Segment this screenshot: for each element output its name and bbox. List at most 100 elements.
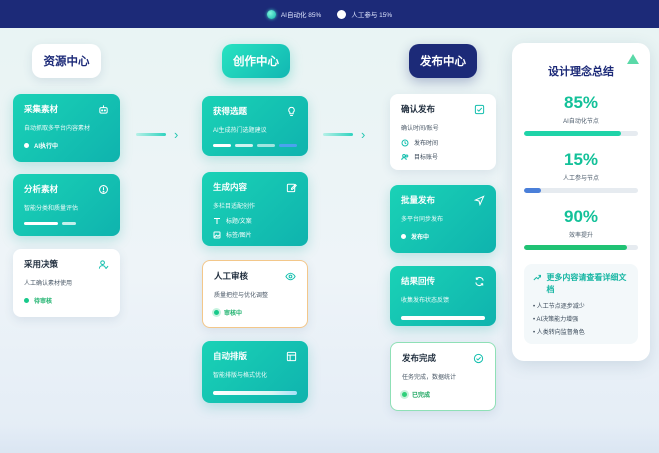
card-auto-layout[interactable]: 自动排版 智能排版与格式优化 bbox=[202, 341, 308, 403]
line-text: 发布时间 bbox=[414, 141, 439, 147]
list-item-text: AI决策能力增强 bbox=[536, 317, 579, 324]
metric-value: 15% bbox=[563, 150, 599, 169]
card-title: 人工审核 bbox=[214, 271, 249, 281]
check-circle-icon bbox=[472, 352, 484, 364]
more-docs-link[interactable]: 更多内容请查看详细文档 bbox=[546, 272, 629, 295]
column-header-publish: 发布中心 bbox=[409, 44, 477, 78]
users-icon bbox=[401, 153, 409, 160]
list-item-text: 人类转向监督角色 bbox=[536, 330, 585, 337]
summary-title: 设计理念总结 bbox=[548, 66, 614, 78]
progress-segment bbox=[257, 144, 275, 147]
card-title: 自动排版 bbox=[213, 351, 248, 361]
list-item-text: 人工节点逐步减少 bbox=[536, 304, 585, 311]
legend-ai-label: AI自动化 85% bbox=[280, 12, 322, 19]
card-title: 分析素材 bbox=[24, 184, 59, 194]
ai-dot-icon bbox=[266, 9, 276, 19]
legend-ai: AI自动化 85% bbox=[266, 9, 322, 19]
card-subtitle: AI生成热门选题建议 bbox=[213, 128, 267, 134]
card-analyze-material[interactable]: 分析素材 智能分类和质量评估 bbox=[13, 174, 120, 236]
clock-icon bbox=[401, 139, 409, 146]
column-header-creation: 创作中心 bbox=[222, 44, 290, 78]
status-text: AI执行中 bbox=[34, 144, 59, 150]
list-item: • AI决策能力增强 bbox=[533, 317, 579, 324]
flow-arrow-2: › bbox=[323, 128, 365, 141]
status-badge: 发布中 bbox=[401, 232, 485, 241]
metric-ai-automation: 85% AI自动化节点 bbox=[524, 93, 638, 136]
metric-fill bbox=[524, 188, 542, 193]
column-header-resource: 资源中心 bbox=[32, 44, 101, 78]
status-text: 审核中 bbox=[224, 311, 243, 317]
card-batch-publish[interactable]: 批量发布 多平台同步发布 发布中 bbox=[390, 185, 496, 253]
metric-value: 90% bbox=[563, 207, 599, 226]
metric-fill bbox=[524, 131, 621, 136]
content-line-title: 标题/文案 bbox=[213, 216, 297, 225]
arrow-line bbox=[323, 133, 353, 136]
metric-track bbox=[524, 131, 638, 136]
more-docs-box[interactable]: 更多内容请查看详细文档 • 人工节点逐步减少 • AI决策能力增强 • 人类转向… bbox=[524, 264, 638, 345]
summary-panel: 设计理念总结 85% AI自动化节点 15% 人工参与节点 90% 效率提升 更… bbox=[512, 43, 650, 361]
card-collect-material[interactable]: 采集素材 自动抓取多平台内容素材 AI执行中 bbox=[13, 94, 120, 162]
status-dot-icon bbox=[401, 234, 406, 239]
list-item: • 人类转向监督角色 bbox=[533, 330, 585, 337]
image-icon bbox=[213, 231, 221, 238]
list-item: • 人工节点逐步减少 bbox=[533, 304, 585, 311]
card-title: 确认发布 bbox=[401, 104, 436, 114]
metric-label: AI自动化节点 bbox=[563, 119, 599, 125]
card-title: 采用决策 bbox=[24, 259, 59, 269]
card-title: 发布完成 bbox=[402, 353, 437, 363]
edit-icon bbox=[285, 181, 297, 193]
card-subtitle: 智能分类和质量评估 bbox=[24, 206, 79, 212]
text-icon bbox=[214, 217, 220, 224]
chevron-right-icon: › bbox=[361, 127, 366, 142]
card-get-topic[interactable]: 获得选题 AI生成热门选题建议 bbox=[202, 96, 308, 156]
line-text: 标题/文案 bbox=[226, 219, 252, 225]
card-title: 采集素材 bbox=[24, 104, 59, 114]
publish-line-time: 发布时间 bbox=[401, 138, 485, 147]
feedback-progress-bar bbox=[401, 316, 485, 320]
card-manual-review[interactable]: 人工审核 质量把控与优化调整 审核中 bbox=[202, 260, 308, 328]
card-title: 生成内容 bbox=[213, 182, 248, 192]
arrow-line bbox=[136, 133, 166, 136]
card-subtitle: 多栏目适配创作 bbox=[213, 204, 256, 210]
progress-segment bbox=[279, 144, 297, 147]
progress-segment bbox=[213, 144, 231, 147]
send-icon bbox=[473, 194, 485, 206]
card-confirm-publish[interactable]: 确认发布 确认时间/账号 发布时间 目标账号 bbox=[390, 94, 496, 170]
user-check-icon bbox=[97, 258, 109, 270]
checkbox-icon bbox=[473, 103, 485, 115]
progress-segment bbox=[24, 222, 58, 225]
chevron-right-icon: › bbox=[174, 127, 179, 142]
card-title: 批量发布 bbox=[401, 195, 436, 205]
metric-fill bbox=[524, 245, 627, 250]
status-dot-icon bbox=[24, 298, 29, 303]
status-dot-icon bbox=[402, 392, 407, 397]
metric-track bbox=[524, 245, 638, 250]
legend-human-label: 人工参与 15% bbox=[351, 12, 393, 19]
human-dot-icon bbox=[337, 9, 347, 19]
metric-human-participation: 15% 人工参与节点 bbox=[524, 150, 638, 193]
card-title: 结果回传 bbox=[401, 276, 436, 286]
card-subtitle: 多平台同步发布 bbox=[401, 217, 444, 223]
progress-segment bbox=[62, 222, 76, 225]
bottom-band bbox=[0, 425, 659, 453]
card-generate-content[interactable]: 生成内容 多栏目适配创作 标题/文案 标签/图片 bbox=[202, 172, 308, 246]
line-text: 标签/图片 bbox=[226, 233, 252, 239]
metric-value: 85% bbox=[563, 93, 599, 112]
status-text: 发布中 bbox=[411, 235, 430, 241]
flow-arrow-1: › bbox=[136, 128, 178, 141]
card-result-feedback[interactable]: 结果回传 收集发布状态反馈 bbox=[390, 266, 496, 326]
trend-icon bbox=[533, 274, 542, 281]
card-publish-complete[interactable]: 发布完成 任务完成，数据统计 已完成 bbox=[390, 342, 496, 411]
content-line-tags: 标签/图片 bbox=[213, 230, 297, 239]
status-dot-icon bbox=[214, 310, 219, 315]
analyze-icon bbox=[97, 183, 109, 195]
metric-track bbox=[524, 188, 638, 193]
progress-segment bbox=[235, 144, 253, 147]
card-subtitle: 质量把控与优化调整 bbox=[214, 293, 269, 299]
status-text: 已完成 bbox=[412, 393, 431, 399]
bulb-icon bbox=[285, 105, 297, 117]
refresh-icon bbox=[473, 275, 485, 287]
card-subtitle: 智能排版与格式优化 bbox=[213, 373, 268, 379]
card-adoption-decision[interactable]: 采用决策 人工确认素材使用 待审核 bbox=[13, 249, 120, 317]
status-badge: 审核中 bbox=[214, 308, 296, 317]
